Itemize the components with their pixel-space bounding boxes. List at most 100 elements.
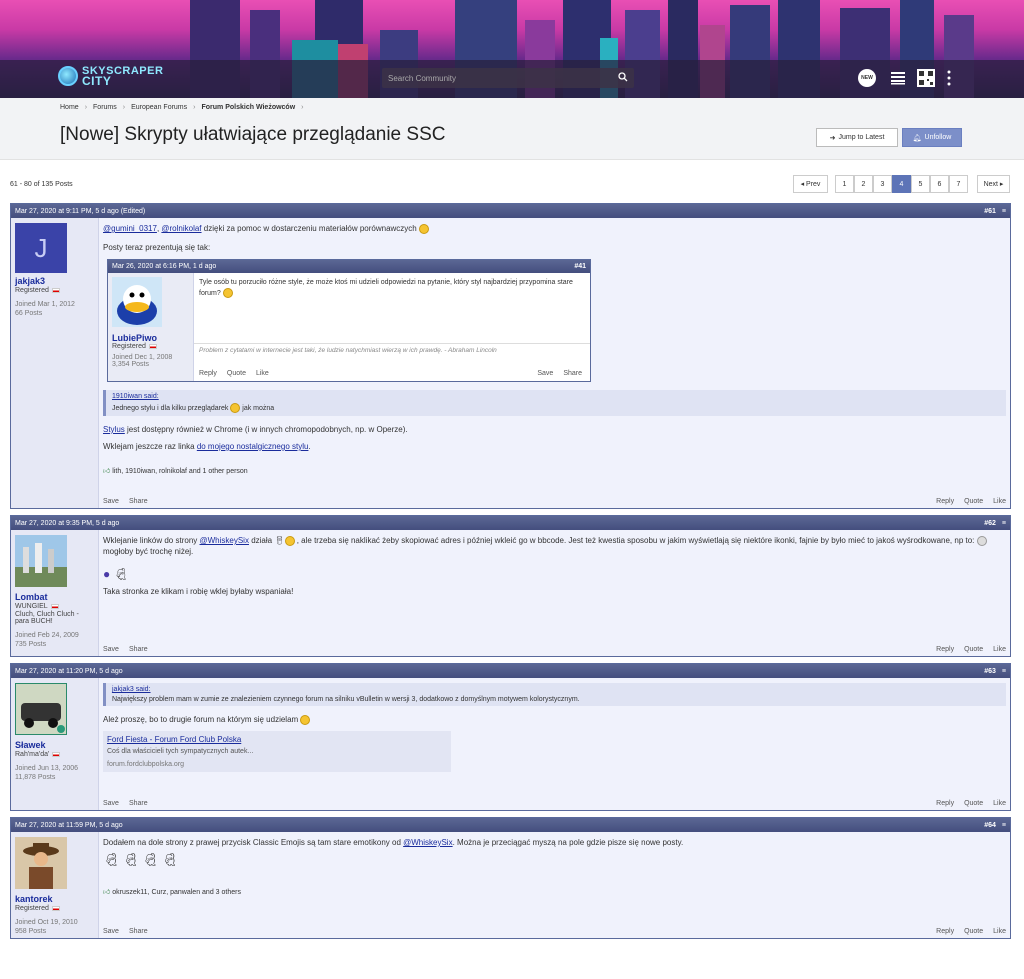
post-text: Wklejam jeszcze raz linka [103, 442, 195, 451]
link-preview-card[interactable]: Ford Fiesta - Forum Ford Club Polska Coś… [103, 731, 451, 772]
post-61: Mar 27, 2020 at 9:11 PM, 5 d ago (Edited… [10, 203, 1011, 509]
author-joined: Joined Mar 1, 2012 [15, 301, 75, 308]
quote-button[interactable]: Quote [964, 498, 983, 505]
thumbs-up-icon: 👍︎ [103, 889, 111, 896]
dancing-emoji-icon: 💃︎ [122, 852, 143, 867]
style-link[interactable]: do mojego nostalgicznego stylu [197, 442, 309, 451]
embed-save: Save [537, 370, 554, 377]
save-button[interactable]: Save [103, 646, 119, 653]
author-name[interactable]: jakjak3 [15, 276, 94, 286]
likes-text[interactable]: okruszek11, Curz, panwalen and 3 others [112, 889, 241, 896]
link-title[interactable]: Ford Fiesta - Forum Ford Club Polska [107, 735, 447, 744]
author-name[interactable]: Lombat [15, 592, 94, 602]
like-button[interactable]: Like [993, 498, 1006, 505]
post-content: Dodałem na dole strony z prawej przycisk… [99, 832, 1010, 938]
like-button[interactable]: Like [993, 800, 1006, 807]
post-text: jest dostępny również w Chrome (i w inny… [127, 425, 408, 434]
quote-block: 1910iwan said: Jednego stylu i dla kilku… [103, 390, 1006, 416]
jump-to-latest-button[interactable]: ➜ Jump to Latest [816, 128, 898, 147]
page-7[interactable]: 7 [949, 175, 968, 193]
menu-icon[interactable]: ≡ [1002, 668, 1006, 675]
search-input[interactable]: Search Community [382, 68, 634, 88]
page-1[interactable]: 1 [835, 175, 854, 193]
dancing-emoji-icon: 💃︎ [161, 852, 182, 867]
page-3[interactable]: 3 [873, 175, 892, 193]
post-footer: Save Share Reply Quote Like [103, 646, 1006, 653]
save-button[interactable]: Save [103, 498, 119, 505]
prev-page-button[interactable]: ◂ Prev [793, 175, 828, 193]
unfollow-button[interactable]: 🔔︎ Unfollow [902, 128, 962, 147]
breadcrumb-forum-polskich[interactable]: Forum Polskich Wieżowców [201, 104, 295, 111]
quote-author[interactable]: 1910iwan said: [112, 393, 1000, 400]
author-panel: Sławek Rah'ma'da' Joined Jun 13, 2006 11,… [11, 678, 99, 810]
page-2[interactable]: 2 [854, 175, 873, 193]
post-number[interactable]: #62 [984, 520, 996, 527]
mention-whiskeysix[interactable]: @WhiskeySix [200, 536, 249, 545]
grin-emoji-icon [300, 714, 311, 725]
troll-emoji-icon [976, 535, 987, 546]
author-name[interactable]: Sławek [15, 740, 94, 750]
quote-author[interactable]: jakjak3 said: [112, 686, 1000, 693]
page-6[interactable]: 6 [930, 175, 949, 193]
like-button[interactable]: Like [993, 646, 1006, 653]
save-button[interactable]: Save [103, 928, 119, 935]
quote-button[interactable]: Quote [964, 646, 983, 653]
likes-text[interactable]: lith, 1910iwan, rolnikolaf and 1 other p… [112, 468, 247, 475]
new-posts-icon[interactable]: NEW [858, 69, 876, 87]
reply-button[interactable]: Reply [936, 646, 954, 653]
avatar[interactable]: J [15, 223, 67, 273]
menu-icon[interactable]: ≡ [1002, 520, 1006, 527]
post-number[interactable]: #64 [984, 822, 996, 829]
list-icon[interactable] [891, 71, 905, 85]
page-5[interactable]: 5 [911, 175, 930, 193]
like-button[interactable]: Like [993, 928, 1006, 935]
share-button[interactable]: Share [129, 646, 148, 653]
post-number[interactable]: #61 [984, 208, 996, 215]
page-4-current[interactable]: 4 [892, 175, 911, 193]
post-header: Mar 27, 2020 at 11:59 PM, 5 d ago #64 ≡ [11, 818, 1010, 832]
reply-button[interactable]: Reply [936, 498, 954, 505]
reply-button[interactable]: Reply [936, 928, 954, 935]
mention-whiskeysix[interactable]: @WhiskeySix [403, 838, 452, 847]
post-number[interactable]: #63 [984, 668, 996, 675]
mention-gumini[interactable]: @gumini_0317 [103, 224, 157, 233]
author-name[interactable]: kantorek [15, 894, 94, 904]
breadcrumb-home[interactable]: Home [60, 104, 79, 111]
more-menu-icon[interactable] [947, 70, 951, 86]
stylus-link[interactable]: Stylus [103, 425, 125, 434]
duck-avatar-icon [112, 277, 162, 327]
search-icon[interactable] [618, 72, 628, 82]
reply-button[interactable]: Reply [936, 800, 954, 807]
menu-icon[interactable]: ≡ [1002, 822, 1006, 829]
quote-block: jakjak3 said: Największy problem mam w z… [103, 683, 1006, 706]
breadcrumb: Home › Forums › European Forums › Forum Pol… [60, 104, 304, 111]
breadcrumb-forums[interactable]: Forums [93, 104, 117, 111]
author-joined: Joined Oct 19, 2010 [15, 919, 78, 926]
globe-icon [58, 66, 78, 86]
page-numbers: 1 2 3 4 5 6 7 [835, 175, 968, 193]
avatar[interactable] [15, 535, 67, 587]
post-text: działa [251, 536, 273, 545]
author-posts: 735 Posts [15, 641, 47, 648]
breadcrumb-european-forums[interactable]: European Forums [131, 104, 187, 111]
share-button[interactable]: Share [129, 928, 148, 935]
share-button[interactable]: Share [129, 800, 148, 807]
quote-button[interactable]: Quote [964, 928, 983, 935]
mention-rolnikolaf[interactable]: @rolnikolaf [161, 224, 201, 233]
next-page-button[interactable]: Next ▸ [977, 175, 1010, 193]
wink-emoji-icon [230, 403, 241, 413]
poland-flag-icon [51, 905, 60, 911]
embed-text: Tyle osób tu porzuciło różne style, że m… [199, 279, 573, 297]
share-button[interactable]: Share [129, 498, 148, 505]
quote-text: Jednego stylu i dla kilku przeglądarek [112, 404, 229, 412]
save-button[interactable]: Save [103, 800, 119, 807]
avatar[interactable] [15, 837, 67, 889]
site-logo[interactable]: SKYSCRAPER CITY [58, 66, 163, 87]
avatar[interactable] [14, 682, 68, 736]
embed-author-name: LubiePiwo [112, 333, 157, 343]
embed-like: Like [255, 370, 269, 377]
menu-icon[interactable]: ≡ [1002, 208, 1006, 215]
quote-button[interactable]: Quote [964, 800, 983, 807]
quote-text: Największy problem mam w zumie ze znalez… [112, 696, 580, 703]
qr-code-icon[interactable] [917, 69, 935, 87]
